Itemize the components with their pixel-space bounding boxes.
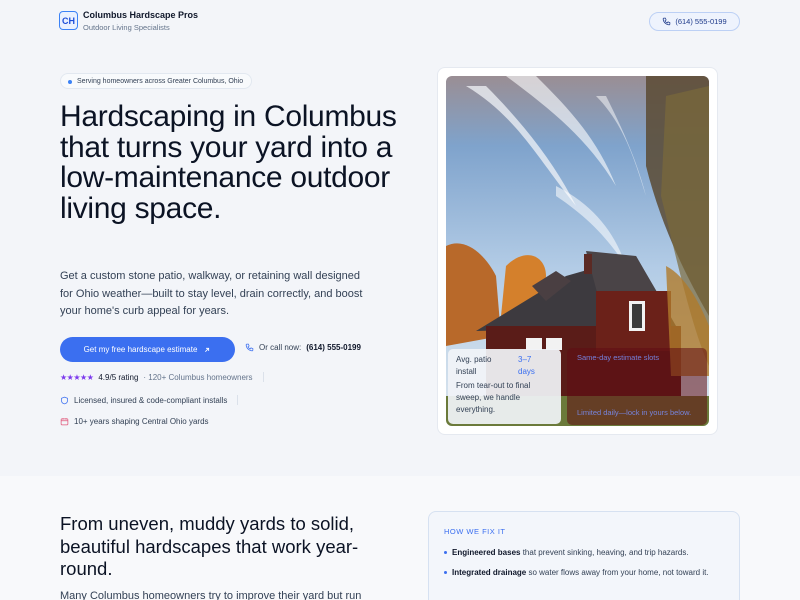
estimate-title: Same-day estimate slots [577,353,660,362]
fix-item-text: so water flows away from your home, not … [526,568,709,577]
fix-item-bold: Engineered bases [452,548,521,557]
phone-icon [245,343,254,352]
phone-icon [663,17,671,26]
install-time-card: Avg. patio install 3–7 days From tear-ou… [448,349,561,424]
stat-value: 3–7 days [518,355,535,376]
fix-item-bold: Integrated drainage [452,568,527,577]
cta-label: Get my free hardscape estimate [83,345,198,354]
trust-licensed: Licensed, insured & code-compliant insta… [60,395,239,405]
stat-description: From tear-out to final sweep, we handle … [456,381,531,414]
shield-icon [61,396,68,404]
site-header: CH Columbus Hardscape Pros Outdoor Livin… [0,0,800,40]
pill-dot-icon [68,79,72,84]
header-phone-label: (614) 555-0199 [675,17,727,26]
trust-experience: 10+ years shaping Central Ohio yards [60,417,209,426]
rating-count: · 120+ Columbus homeowners [143,372,253,382]
service-area-pill: Serving homeowners across Greater Columb… [60,73,253,89]
estimate-slots-card: Same-day estimate slots Limited daily—lo… [567,348,707,425]
pill-label: Serving homeowners across Greater Columb… [77,77,244,85]
hero-title: Hardscaping in Columbus that turns your … [60,100,397,225]
rating-row: ★★★★★ 4.9/5 rating · 120+ Columbus homeo… [60,372,264,382]
section-paragraph: Many Columbus homeowners try to improve … [60,590,362,600]
call-number[interactable]: (614) 555-0199 [306,343,361,352]
hero-subtitle: Get a custom stone patio, walkway, or re… [60,270,363,317]
divider [237,395,239,405]
divider [262,372,264,382]
calendar-icon [60,418,69,426]
call-now[interactable]: Or call now: (614) 555-0199 [245,343,361,352]
fix-item: Integrated drainage so water flows away … [444,567,734,579]
header-phone-button[interactable]: (614) 555-0199 [649,12,740,31]
arrow-up-right-icon [205,347,210,352]
estimate-note: Limited daily—lock in yours below. [577,408,692,417]
trust-licensed-label: Licensed, insured & code-compliant insta… [74,395,228,405]
logo[interactable]: CH [59,11,78,30]
section-title: From uneven, muddy yards to solid, beaut… [60,513,359,579]
brand-tagline: Outdoor Living Specialists [83,23,170,32]
stat-label: Avg. patio install [456,355,492,376]
free-estimate-button[interactable]: Get my free hardscape estimate [60,337,235,362]
fix-card-title: HOW WE FIX IT [444,527,506,536]
fix-item: Engineered bases that prevent sinking, h… [444,547,734,559]
call-prefix: Or call now: [259,343,302,352]
fix-item-text: that prevent sinking, heaving, and trip … [520,548,689,557]
rating-value: 4.9/5 rating [98,372,139,382]
trust-experience-label: 10+ years shaping Central Ohio yards [74,417,209,426]
brand-name[interactable]: Columbus Hardscape Pros [83,10,198,20]
rating-stars-icon: ★★★★★ [60,372,94,382]
